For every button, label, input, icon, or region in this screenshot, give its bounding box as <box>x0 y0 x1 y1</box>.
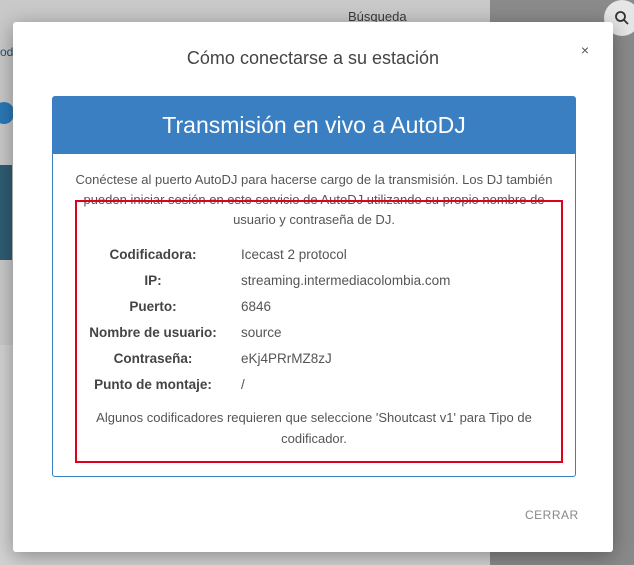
field-row-password: Contraseña: eKj4PRrMZ8zJ <box>53 346 575 372</box>
dialog-title: Cómo conectarse a su estación <box>186 48 440 68</box>
search-icon <box>615 11 629 25</box>
field-row-mountpoint: Punto de montaje: / <box>53 372 575 398</box>
field-label: IP: <box>144 273 162 288</box>
field-label: Codificadora: <box>109 247 197 262</box>
field-label: Contraseña: <box>113 351 193 366</box>
connection-dialog: Cómo conectarse a su estación × Transmis… <box>13 22 613 552</box>
connection-details: Codificadora: Icecast 2 protocol IP: str… <box>53 242 575 398</box>
field-value: 6846 <box>241 299 272 314</box>
field-row-port: Puerto: 6846 <box>53 294 575 320</box>
field-label: Puerto: <box>129 299 177 314</box>
close-button[interactable]: CERRAR <box>525 508 579 522</box>
field-row-username: Nombre de usuario: source <box>53 320 575 346</box>
field-label: Nombre de usuario: <box>89 325 217 340</box>
field-value: streaming.intermediacolombia.com <box>241 273 451 288</box>
background-thumbnail <box>0 165 12 260</box>
field-value: eKj4PRrMZ8zJ <box>241 351 332 366</box>
panel-title: Transmisión en vivo a AutoDJ <box>53 97 575 154</box>
field-row-encoder: Codificadora: Icecast 2 protocol <box>53 242 575 268</box>
field-label: Punto de montaje: <box>94 377 212 392</box>
encoder-note: Algunos codificadores requieren que sele… <box>96 410 532 446</box>
close-icon[interactable]: × <box>577 42 593 58</box>
autodj-panel: Transmisión en vivo a AutoDJ Conéctese a… <box>52 96 576 477</box>
field-value: Icecast 2 protocol <box>241 247 347 262</box>
field-value: / <box>241 377 245 392</box>
intro-text: Conéctese al puerto AutoDJ para hacerse … <box>75 172 553 227</box>
field-row-ip: IP: streaming.intermediacolombia.com <box>53 268 575 294</box>
field-value: source <box>241 325 282 340</box>
